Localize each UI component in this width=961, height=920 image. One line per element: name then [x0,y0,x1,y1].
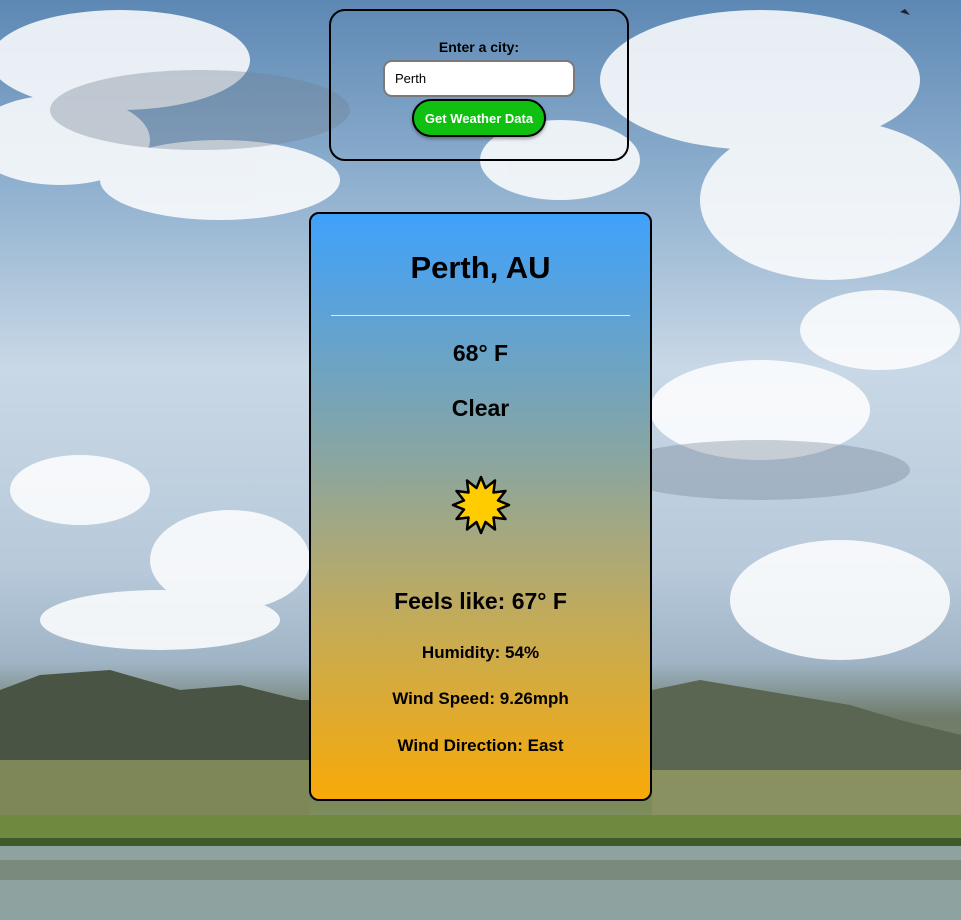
city-input[interactable] [383,60,575,97]
weather-card: Perth, AU 68° F Clear Feels like: 67° F … [309,212,652,801]
city-input-label: Enter a city: [438,39,520,55]
temperature: 68° F [452,340,509,366]
wind-direction: Wind Direction: East [397,736,564,755]
wind-speed: Wind Speed: 9.26mph [392,689,569,708]
sun-icon [451,475,511,535]
feels-like: Feels like: 67° F [394,588,567,614]
get-weather-data-button[interactable]: Get Weather Data [412,99,546,137]
divider [331,315,630,316]
humidity: Humidity: 54% [421,643,540,662]
weather-condition: Clear [451,395,510,421]
city-search-panel: Enter a city: Get Weather Data [329,9,629,161]
location-title: Perth, AU [410,250,551,285]
